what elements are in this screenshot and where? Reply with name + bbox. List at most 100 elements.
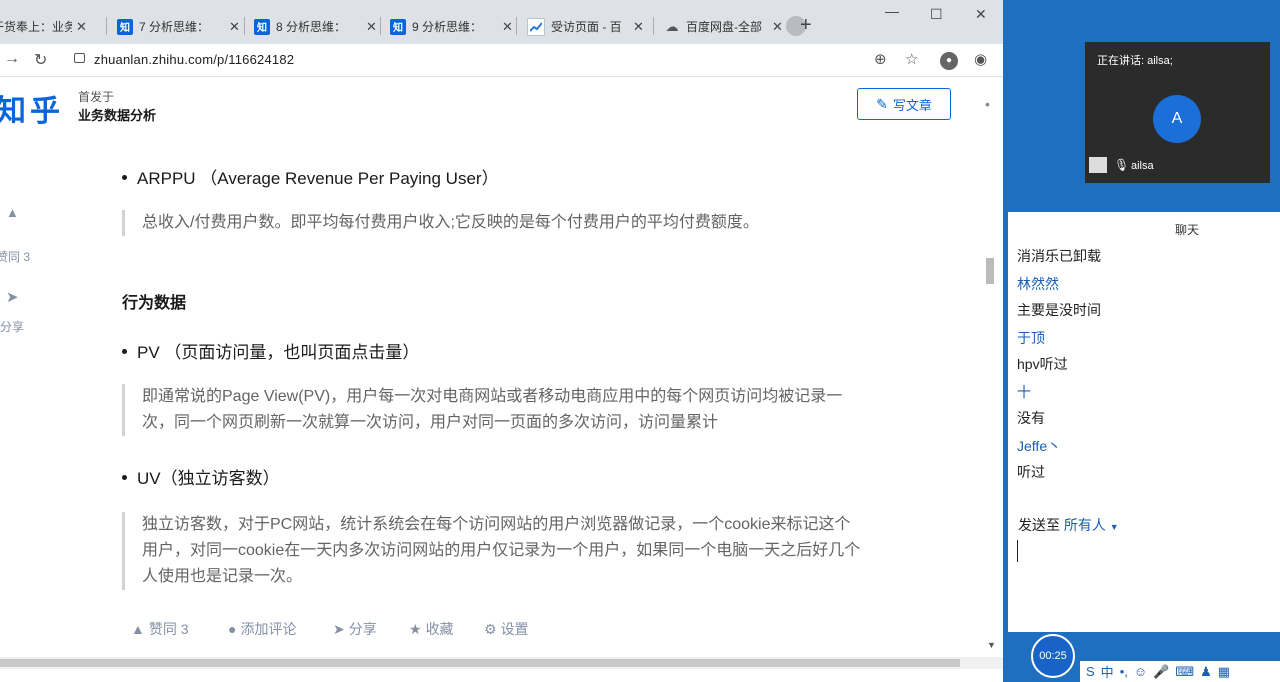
comment-label: 添加评论 [240, 621, 297, 637]
upvote-triangle-icon[interactable]: ▲ [6, 205, 19, 220]
maximize-icon[interactable]: ☐ [930, 6, 943, 23]
extension-icon[interactable]: ◉ [974, 50, 987, 68]
profile-avatar[interactable]: ● [940, 52, 958, 70]
bullet-dot [122, 175, 127, 181]
bookmark-star-icon[interactable]: ☆ [905, 50, 918, 68]
favorite-label: 收藏 [425, 621, 454, 637]
send-to-label: 发送至 [1018, 517, 1060, 533]
zoom-icon[interactable]: ⊕ [874, 50, 887, 68]
minimize-icon[interactable]: — [885, 3, 899, 19]
tab-1[interactable]: 知 7 分析思维： ✕ [117, 9, 240, 44]
speaker-avatar: A [1153, 95, 1201, 143]
favorite-button[interactable]: ★ 收藏 [409, 619, 454, 639]
scroll-down-arrow-icon[interactable]: ▼ [987, 640, 996, 650]
close-icon[interactable]: ✕ [229, 19, 240, 35]
more-icon[interactable]: • [985, 96, 990, 112]
chat-sender: 林然然 [1017, 276, 1059, 292]
tab-1-title: 7 分析思维： [139, 20, 210, 34]
arppu-item: ARPPU （Average Revenue Per Paying User） [122, 164, 499, 189]
tab-2[interactable]: 知 8 分析思维： ✕ [254, 9, 377, 44]
write-article-button[interactable]: ✎ 写文章 [857, 88, 951, 120]
chat-title: 聊天 [1175, 223, 1200, 237]
side-share-label[interactable]: 分享 [0, 318, 24, 335]
address-bar: → ↻ zhuanlan.zhihu.com/p/116624182 ⊕ ☆ ◉ [0, 44, 1003, 77]
sogou-icon[interactable]: S [1086, 664, 1095, 679]
bullet-dot [122, 475, 127, 481]
participant-thumbnail [1089, 157, 1107, 173]
comment-bubble-icon: ● [228, 621, 237, 637]
article-action-bar: ▲ 赞同 3 ● 添加评论 ➤ 分享 ★ 收藏 ⚙ 设置 [0, 612, 1000, 642]
recording-timer[interactable]: 00:25 [1031, 634, 1075, 678]
zhihu-favicon-icon: 知 [117, 18, 133, 35]
zhihu-logo[interactable]: 知乎 [0, 86, 64, 130]
emoji-icon[interactable]: ☺ [1134, 664, 1147, 679]
system-tray: S 中 •, ☺ 🎤 ⌨ ♟ ▦ [1080, 661, 1280, 682]
uv-title: UV（独立访客数） [137, 469, 280, 488]
close-icon[interactable]: ✕ [76, 19, 87, 35]
chat-message: 听过 [1017, 464, 1045, 480]
tab-5-title: 百度网盘-全部 [686, 20, 762, 34]
gear-icon: ⚙ [484, 621, 497, 637]
horizontal-scrollbar-thumb[interactable] [0, 659, 960, 667]
chat-message: 没有 [1017, 410, 1045, 426]
chat-sender: 于顶 [1017, 330, 1045, 346]
punctuation-icon[interactable]: •, [1120, 664, 1128, 679]
tab-3[interactable]: 知 9 分析思维： ✕ [390, 9, 513, 44]
bullet-dot [122, 349, 127, 355]
new-tab-icon[interactable]: + [800, 14, 812, 37]
settings-label: 设置 [500, 621, 529, 637]
tab-separator [244, 17, 245, 35]
tab-separator [106, 17, 107, 35]
send-to-selector[interactable]: 发送至 所有人 ▼ [1018, 515, 1119, 535]
reload-icon[interactable]: ↻ [34, 50, 47, 70]
settings-button[interactable]: ⚙ 设置 [484, 619, 529, 639]
pv-title: PV （页面访问量，也叫页面点击量） [137, 343, 420, 362]
speaker-name: ailsa [1131, 160, 1154, 172]
tab-0[interactable]: 干货奉上：业务 ✕ [0, 9, 87, 44]
cloud-favicon-icon: ☁ [665, 18, 679, 34]
uv-item: UV（独立访客数） [122, 464, 280, 489]
tab-2-title: 8 分析思维： [276, 20, 347, 34]
arppu-title: ARPPU （Average Revenue Per Paying User） [137, 169, 499, 188]
chart-favicon-icon [527, 17, 545, 36]
close-icon[interactable]: ✕ [366, 19, 377, 35]
side-upvote-count[interactable]: 赞同 3 [0, 248, 30, 265]
close-window-icon[interactable]: ✕ [975, 6, 987, 23]
share-plane-icon[interactable]: ➤ [6, 288, 19, 306]
microphone-icon[interactable]: 🎙 [1114, 158, 1129, 172]
url-input[interactable]: zhuanlan.zhihu.com/p/116624182 [94, 52, 294, 67]
comment-button[interactable]: ● 添加评论 [228, 619, 296, 639]
share-label: 分享 [348, 621, 377, 637]
edit-pen-icon: ✎ [876, 95, 888, 112]
uv-quote: 独立访客数，对于PC网站，统计系统会在每个访问网站的用户浏览器做记录，一个coo… [122, 512, 862, 590]
tab-4[interactable]: 受访页面 - 百 ✕ [527, 9, 644, 44]
close-icon[interactable]: ✕ [633, 19, 644, 35]
tab-strip: 干货奉上：业务 ✕ 知 7 分析思维： ✕ 知 8 分析思维： ✕ 知 9 分析… [0, 0, 1003, 44]
chat-message: hpv听过 [1017, 356, 1068, 372]
tab-separator [653, 17, 654, 35]
close-icon[interactable]: ✕ [502, 19, 513, 35]
vertical-scrollbar-thumb[interactable] [986, 258, 994, 284]
speaking-indicator: 正在讲话: ailsa; [1097, 55, 1173, 67]
tab-0-title: 干货奉上：业务 [0, 20, 72, 34]
tab-5[interactable]: ☁ 百度网盘-全部 ✕ [664, 9, 783, 44]
ime-language-indicator[interactable]: 中 [1101, 662, 1114, 681]
column-name-link[interactable]: 业务数据分析 [78, 105, 156, 124]
upvote-triangle-icon: ▲ [131, 621, 145, 637]
share-button[interactable]: ➤ 分享 [333, 619, 377, 639]
chat-sender: 十 [1017, 384, 1031, 400]
chat-input[interactable] [1016, 538, 1266, 568]
upvote-button[interactable]: ▲ 赞同 3 [131, 619, 189, 639]
tab-4-title: 受访页面 - 百 [551, 20, 622, 34]
chat-sender: Jeffe丶 [1017, 438, 1062, 454]
keyboard-icon[interactable]: ⌨ [1175, 664, 1194, 680]
chat-message: 消消乐已卸载 [1017, 248, 1101, 264]
skin-icon[interactable]: ♟ [1200, 664, 1212, 680]
voice-input-icon[interactable]: 🎤 [1153, 664, 1169, 680]
tab-3-title: 9 分析思维： [412, 20, 483, 34]
toolbox-icon[interactable]: ▦ [1218, 664, 1230, 680]
behavior-heading: 行为数据 [122, 295, 187, 312]
close-icon[interactable]: ✕ [772, 19, 783, 35]
forward-icon[interactable]: → [4, 50, 20, 68]
star-icon: ★ [409, 621, 422, 637]
